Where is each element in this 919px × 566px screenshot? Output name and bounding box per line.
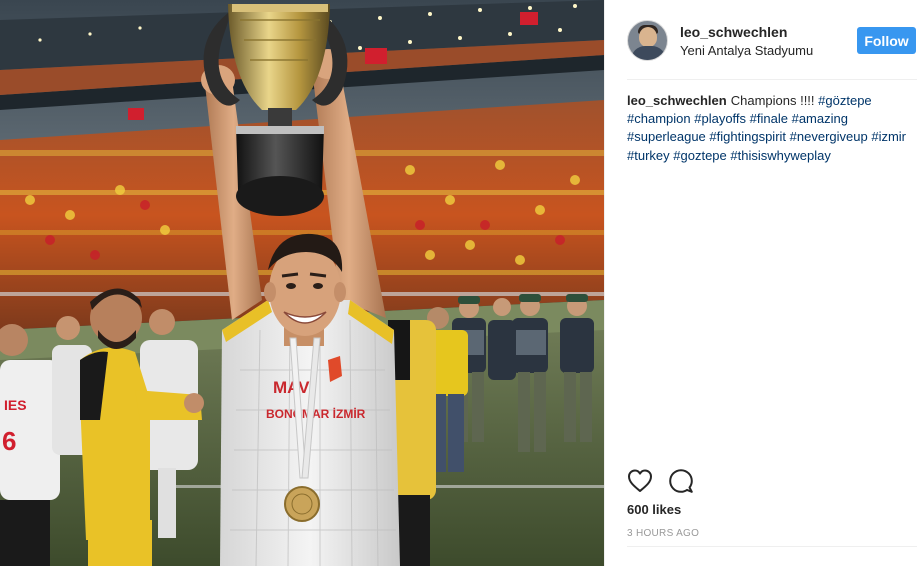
caption-username[interactable]: leo_schwechlen [627, 93, 727, 108]
header-divider [627, 79, 917, 80]
post-timestamp[interactable]: 3 HOURS AGO [627, 528, 699, 539]
heart-icon[interactable] [627, 468, 653, 494]
hashtag[interactable]: #nevergiveup [790, 129, 868, 144]
likes-count[interactable]: 600 likes [627, 502, 681, 517]
hashtag[interactable]: #göztepe [818, 93, 872, 108]
svg-text:6: 6 [2, 426, 16, 456]
hashtag[interactable]: #turkey [627, 148, 670, 163]
hashtag[interactable]: #izmir [871, 129, 906, 144]
post-photo-image: IES 6 BONOMAR İZMİR [0, 0, 604, 566]
hashtag[interactable]: #amazing [792, 111, 848, 126]
post-actions [627, 468, 917, 496]
hashtag[interactable]: #finale [750, 111, 788, 126]
footer-divider [627, 546, 917, 547]
instagram-post: IES 6 BONOMAR İZMİR leo_schwechlen Yeni … [0, 0, 919, 566]
post-side-panel: leo_schwechlen Yeni Antalya Stadyumu Fol… [604, 0, 919, 566]
caption-text: Champions !!!! [730, 93, 815, 108]
post-header: leo_schwechlen Yeni Antalya Stadyumu Fol… [627, 20, 919, 62]
hashtag[interactable]: #champion [627, 111, 691, 126]
left-player-shirt-text: IES [4, 397, 27, 413]
hashtag[interactable]: #superleague [627, 129, 706, 144]
post-photo[interactable]: IES 6 BONOMAR İZMİR [0, 0, 604, 566]
hashtag[interactable]: #fightingspirit [709, 129, 786, 144]
post-caption: leo_schwechlen Champions !!!! #göztepe #c… [627, 92, 907, 165]
main-player-shirt-text-2: BONOMAR İZMİR [266, 406, 366, 421]
hashtag[interactable]: #thisiswhyweplay [730, 148, 830, 163]
post-location[interactable]: Yeni Antalya Stadyumu [680, 43, 813, 58]
hashtag[interactable]: #goztepe [673, 148, 727, 163]
avatar[interactable] [627, 20, 668, 61]
hashtag[interactable]: #playoffs [694, 111, 746, 126]
comment-icon[interactable] [668, 468, 694, 494]
post-username[interactable]: leo_schwechlen [680, 24, 787, 40]
follow-button[interactable]: Follow [857, 27, 916, 54]
